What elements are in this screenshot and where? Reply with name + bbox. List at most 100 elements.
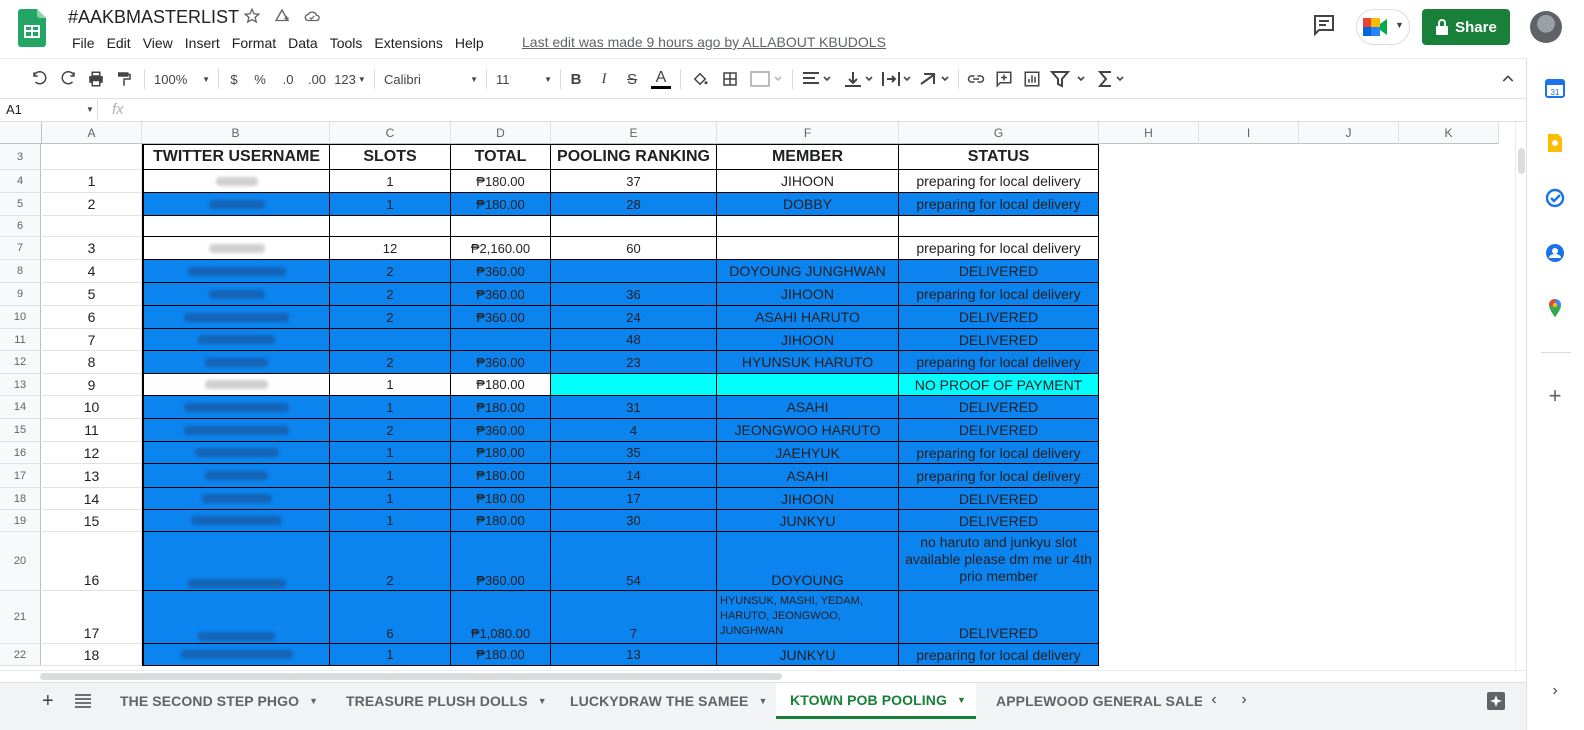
cell-status[interactable]: preparing for local delivery (899, 442, 1099, 464)
cell-slots[interactable]: 2 (330, 283, 451, 306)
meet-button[interactable]: ▼ (1356, 9, 1410, 45)
tasks-icon[interactable] (1545, 188, 1565, 208)
cell-no[interactable]: 16 (42, 532, 142, 591)
cell-user[interactable]: kjboys (142, 170, 330, 193)
cell-no[interactable]: 5 (42, 283, 142, 306)
cell-status[interactable]: preparing for local delivery (899, 193, 1099, 216)
cell-no[interactable]: 4 (42, 260, 142, 283)
scroll-tabs-right-icon[interactable]: › (1236, 691, 1252, 711)
cell-total[interactable]: ₱180.00 (451, 644, 551, 666)
cell-status[interactable]: DELIVERED (899, 591, 1099, 644)
cell-rank[interactable]: 4 (551, 419, 717, 442)
cell-slots[interactable] (330, 216, 451, 237)
cell-no[interactable]: 15 (42, 510, 142, 532)
cell-total[interactable]: ₱360.00 (451, 419, 551, 442)
cell-user[interactable]: @harutanie (142, 488, 330, 510)
text-rotation-icon[interactable] (918, 67, 952, 91)
vertical-scroll-thumb[interactable] (1518, 148, 1525, 174)
move-to-drive-icon[interactable] (273, 7, 291, 25)
add-addon-icon[interactable]: + (1545, 385, 1565, 407)
comment-history-icon[interactable] (1312, 13, 1336, 37)
cell-total[interactable]: ₱360.00 (451, 306, 551, 329)
row-header[interactable]: 17 (0, 464, 41, 488)
column-header-g[interactable]: G (899, 122, 1099, 144)
menu-view[interactable]: View (137, 34, 179, 52)
sheets-logo-icon[interactable] (18, 9, 46, 47)
font-size-select[interactable]: 11 ▼ (496, 67, 552, 91)
cell-status[interactable]: DELIVERED (899, 488, 1099, 510)
row-header[interactable]: 6 (0, 216, 41, 237)
cell-member[interactable] (717, 216, 899, 237)
text-wrapping-icon[interactable] (880, 67, 914, 91)
cell-no[interactable] (42, 216, 142, 237)
cell-user[interactable]: @jaenabutterfly (142, 396, 330, 419)
row-header[interactable]: 3 (0, 144, 41, 170)
cell-no[interactable]: 3 (42, 237, 142, 260)
table-header-cell[interactable]: TWITTER USERNAME (142, 144, 330, 170)
cell-slots[interactable]: 2 (330, 260, 451, 283)
row-header[interactable]: 9 (0, 283, 41, 306)
cell-no[interactable]: 6 (42, 306, 142, 329)
cell-user[interactable]: @sauchnastr07 (142, 510, 330, 532)
paint-format-icon[interactable] (114, 67, 134, 91)
decrease-decimal-button[interactable]: .0 (278, 67, 298, 91)
menu-help[interactable]: Help (449, 34, 490, 52)
filter-icon[interactable] (1050, 67, 1090, 91)
cell-member[interactable]: JUNKYU (717, 510, 899, 532)
vertical-scrollbar[interactable] (1515, 122, 1526, 670)
sheet-tab[interactable]: APPLEWOOD GENERAL SALE (982, 683, 1202, 719)
cell-no[interactable]: 13 (42, 464, 142, 488)
cell-user[interactable]: @haruniconsflex (142, 419, 330, 442)
menu-edit[interactable]: Edit (101, 34, 137, 52)
cell-total[interactable]: ₱360.00 (451, 532, 551, 591)
cell-total[interactable]: ₱360.00 (451, 351, 551, 374)
column-header-c[interactable]: C (330, 122, 451, 144)
cell-user[interactable]: @doyoungehlili (142, 532, 330, 591)
cell-total[interactable]: ₱360.00 (451, 283, 551, 306)
cell-user[interactable]: @Taeangkyu_ (142, 591, 330, 644)
row-header[interactable]: 18 (0, 488, 41, 510)
cell-rank[interactable]: 36 (551, 283, 717, 306)
add-sheet-icon[interactable]: + (42, 691, 54, 711)
cell-member[interactable]: JIHOON (717, 283, 899, 306)
explore-icon[interactable] (1486, 691, 1506, 716)
italic-button[interactable]: I (596, 67, 612, 91)
cell-no[interactable]: 12 (42, 442, 142, 464)
cell-status[interactable]: preparing for local delivery (899, 464, 1099, 488)
insert-link-icon[interactable] (966, 67, 986, 91)
cell-total[interactable]: ₱180.00 (451, 193, 551, 216)
cell-member[interactable]: JIHOON (717, 329, 899, 351)
cell-rank[interactable]: 35 (551, 442, 717, 464)
table-header-cell[interactable]: TOTAL (451, 144, 551, 170)
cell-slots[interactable] (330, 329, 451, 351)
cell-status[interactable]: DELIVERED (899, 329, 1099, 351)
cell-rank[interactable] (551, 374, 717, 396)
row-header[interactable]: 7 (0, 237, 41, 260)
cell-member[interactable]: HYUNSUK HARUTO (717, 351, 899, 374)
cell-rank[interactable]: 37 (551, 170, 717, 193)
document-title[interactable]: #AAKBMASTERLIST (68, 7, 239, 28)
column-header-b[interactable]: B (142, 122, 330, 144)
row-header[interactable]: 10 (0, 306, 41, 329)
cell-user[interactable]: @rhfxnantacarl (142, 260, 330, 283)
cell-total[interactable] (451, 329, 551, 351)
cell-total[interactable]: ₱180.00 (451, 442, 551, 464)
cell-rank[interactable]: 7 (551, 591, 717, 644)
formula-input[interactable] (140, 101, 1520, 121)
cell-rank[interactable]: 14 (551, 464, 717, 488)
cell-slots[interactable]: 1 (330, 170, 451, 193)
chevron-down-icon[interactable]: ▼ (538, 696, 547, 706)
print-icon[interactable] (86, 67, 106, 91)
cell-status[interactable]: DELIVERED (899, 306, 1099, 329)
keep-icon[interactable] (1545, 133, 1565, 153)
cell-status[interactable]: NO PROOF OF PAYMENT (899, 374, 1099, 396)
row-header[interactable]: 4 (0, 170, 41, 193)
cell-status[interactable]: preparing for local delivery (899, 351, 1099, 374)
maps-icon[interactable] (1545, 298, 1565, 318)
cell-status[interactable]: preparing for local delivery (899, 237, 1099, 260)
cell-rank[interactable]: 23 (551, 351, 717, 374)
star-icon[interactable] (243, 7, 261, 25)
scroll-tabs-left-icon[interactable]: ‹ (1206, 691, 1222, 711)
font-family-select[interactable]: Calibri ▼ (384, 67, 478, 91)
cell-status[interactable]: no haruto and junkyu slot available plea… (899, 532, 1099, 591)
